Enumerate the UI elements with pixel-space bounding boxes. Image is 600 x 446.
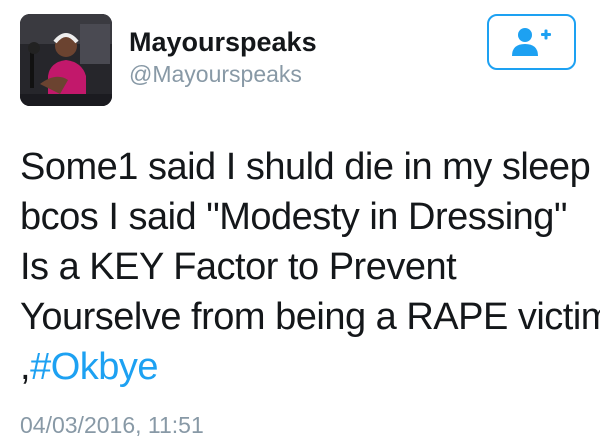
tweet-line: Some1 said I shuld die in my sleep xyxy=(20,146,591,188)
hashtag-link[interactable]: #Okbye xyxy=(30,346,158,388)
comma-text: , xyxy=(20,346,31,388)
add-user-icon xyxy=(511,28,551,56)
timestamp[interactable]: 04/03/2016, 11:51 xyxy=(20,411,204,439)
tweet-line-last: ,#Okbye xyxy=(20,342,590,392)
avatar-photo-icon xyxy=(20,14,112,106)
display-name[interactable]: Mayourspeaks xyxy=(129,26,317,58)
tweet-line: bcos I said "Modesty in Dressing" xyxy=(20,196,567,238)
user-handle[interactable]: @Mayourspeaks xyxy=(129,60,302,88)
avatar[interactable] xyxy=(20,14,112,106)
tweet-text: Some1 said I shuld die in my sleep bcos … xyxy=(20,142,600,392)
follow-button[interactable] xyxy=(487,14,576,70)
tweet-card: Mayourspeaks @Mayourspeaks Some1 said I … xyxy=(0,0,600,446)
tweet-line: Yourselve from being a RAPE victim xyxy=(20,296,600,338)
tweet-line: Is a KEY Factor to Prevent xyxy=(20,246,457,288)
